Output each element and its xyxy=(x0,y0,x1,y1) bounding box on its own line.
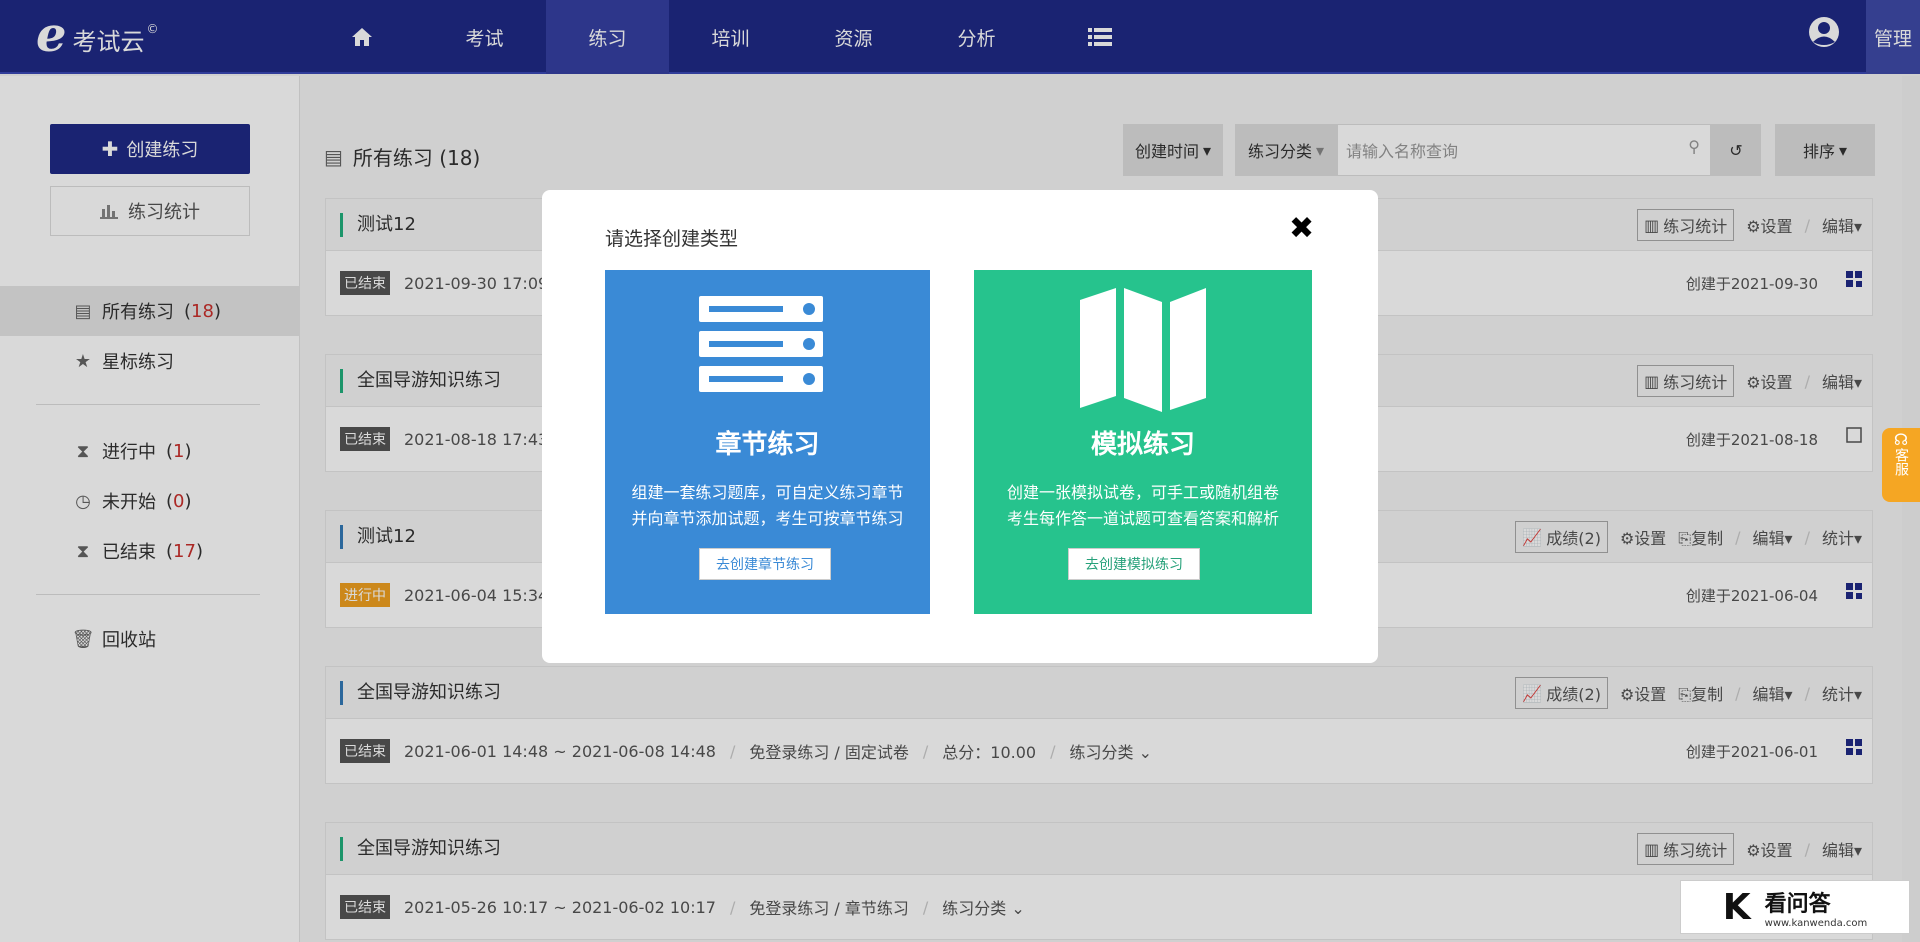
option-description: 创建一张模拟试卷，可手工或随机组卷 考生每作答一道试题可查看答案和解析 xyxy=(974,480,1312,532)
watermark-sub: www.kanwenda.com xyxy=(1764,917,1868,929)
headset-icon: ☊ xyxy=(1893,430,1909,449)
watermark-main: 看问答 xyxy=(1764,891,1831,917)
create-chapter-practice-button[interactable]: 去创建章节练习 xyxy=(699,548,831,580)
create-mock-practice-button[interactable]: 去创建模拟练习 xyxy=(1068,548,1200,580)
option-desc-line: 创建一张模拟试卷，可手工或随机组卷 xyxy=(1006,483,1279,502)
option-desc-line: 组建一套练习题库，可自定义练习章节 xyxy=(631,483,904,502)
watermark-k-icon: K xyxy=(1722,886,1751,928)
close-icon[interactable]: ✖ xyxy=(1289,214,1314,244)
option-mock-practice[interactable]: 模拟练习 创建一张模拟试卷，可手工或随机组卷 考生每作答一道试题可查看答案和解析… xyxy=(974,270,1312,614)
customer-service-tab[interactable]: ☊ 客服 xyxy=(1882,428,1920,502)
customer-service-label: 客服 xyxy=(1893,448,1909,476)
modal-title: 请选择创建类型 xyxy=(605,228,739,250)
option-title: 模拟练习 xyxy=(1090,430,1195,460)
watermark: K 看问答 www.kanwenda.com xyxy=(1680,880,1910,934)
create-type-modal: 请选择创建类型 ✖ 章节练习 组建一套练习题库，可自定义练习章节 并向章节添加试… xyxy=(542,190,1378,663)
option-desc-line: 并向章节添加试题，考生可按章节练习 xyxy=(631,509,904,528)
option-desc-line: 考生每作答一道试题可查看答案和解析 xyxy=(1006,509,1279,528)
option-description: 组建一套练习题库，可自定义练习章节 并向章节添加试题，考生可按章节练习 xyxy=(605,480,930,532)
option-title: 章节练习 xyxy=(715,430,820,460)
server-icon xyxy=(699,296,823,392)
option-chapter-practice[interactable]: 章节练习 组建一套练习题库，可自定义练习章节 并向章节添加试题，考生可按章节练习… xyxy=(605,270,930,614)
map-icon xyxy=(1080,288,1206,412)
